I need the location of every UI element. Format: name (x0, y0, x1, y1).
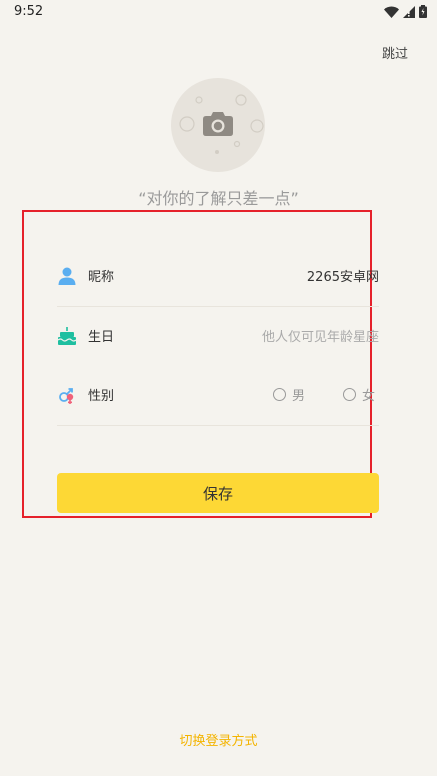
save-button[interactable]: 保存 (57, 473, 379, 513)
cellular-signal-icon (403, 5, 415, 18)
status-icons (384, 5, 427, 18)
gender-option-label: 男 (292, 389, 306, 404)
birthday-row[interactable]: 生日 他人仅可见年龄星座 (57, 307, 379, 365)
birthday-cake-icon (57, 327, 77, 345)
switch-login-link[interactable]: 切换登录方式 (0, 730, 437, 749)
radio-circle-icon (273, 388, 286, 401)
camera-icon (203, 112, 233, 136)
birthday-label: 生日 (88, 330, 115, 345)
gender-option-male[interactable]: 男 (273, 385, 305, 404)
profile-tagline: “对你的了解只差一点” (138, 189, 299, 208)
gender-icon (59, 388, 74, 404)
gender-label: 性别 (88, 389, 115, 404)
skip-button[interactable]: 跳过 (382, 43, 408, 62)
battery-icon (419, 5, 427, 18)
nickname-row[interactable]: 昵称 2265安卓网 (57, 247, 379, 305)
gender-option-female[interactable]: 女 (343, 385, 375, 404)
radio-circle-icon (343, 388, 356, 401)
nickname-value[interactable]: 2265安卓网 (307, 266, 379, 285)
avatar-upload[interactable] (171, 78, 265, 172)
gender-option-label: 女 (362, 389, 376, 404)
nickname-label: 昵称 (88, 270, 115, 285)
user-icon (58, 267, 76, 285)
status-bar: 9:52 (0, 0, 437, 24)
birthday-placeholder[interactable]: 他人仅可见年龄星座 (262, 326, 379, 345)
wifi-icon (384, 6, 399, 18)
status-time: 9:52 (14, 4, 44, 19)
divider (57, 425, 379, 426)
gender-row: 性别 男 女 (57, 366, 379, 424)
